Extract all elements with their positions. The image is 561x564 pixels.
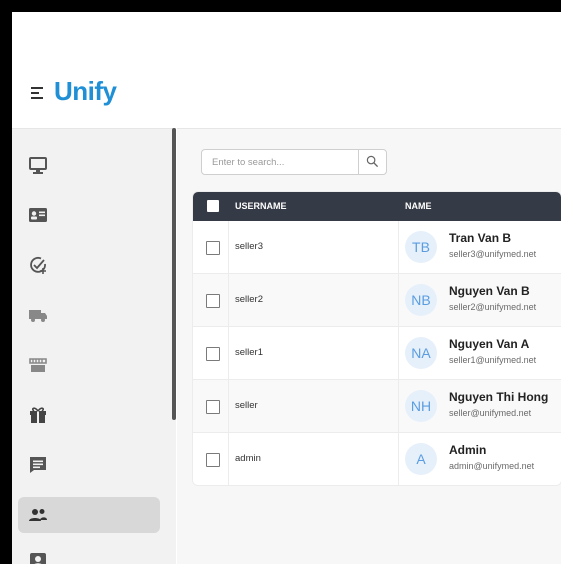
search-button[interactable] (358, 150, 387, 174)
row-checkbox[interactable] (206, 347, 220, 361)
table-row[interactable]: seller NH Nguyen Thi Hong seller@unifyme… (193, 380, 561, 433)
user-full-name: Nguyen Van A (449, 337, 530, 351)
contact-icon (30, 553, 46, 564)
username-cell: seller1 (235, 347, 263, 358)
user-email: seller1@unifymed.net (449, 355, 537, 365)
username-cell: seller2 (235, 294, 263, 305)
sidebar-item-delivery[interactable] (18, 297, 160, 333)
sidebar-item-monitor[interactable] (18, 147, 160, 183)
sidebar-scrollbar[interactable] (172, 128, 176, 420)
table-header: USERNAME NAME (193, 192, 561, 221)
column-header-name[interactable]: NAME (405, 192, 432, 221)
avatar: NB (405, 284, 437, 316)
table-row[interactable]: admin A Admin admin@unifymed.net (193, 433, 561, 485)
message-icon (30, 457, 46, 473)
table-row[interactable]: seller2 NB Nguyen Van B seller2@unifymed… (193, 274, 561, 327)
sidebar-item-id-card[interactable] (18, 197, 160, 233)
top-header: Unify (12, 12, 561, 128)
sidebar-item-gift[interactable] (18, 397, 160, 433)
sidebar-item-store[interactable] (18, 347, 160, 383)
table-body: seller3 TB Tran Van B seller3@unifymed.n… (193, 221, 561, 485)
user-email: seller3@unifymed.net (449, 249, 537, 259)
select-all-checkbox[interactable] (207, 200, 219, 212)
column-header-username[interactable]: USERNAME (235, 192, 287, 221)
user-full-name: Nguyen Van B (449, 284, 530, 298)
store-icon (29, 358, 47, 372)
check-plus-icon (30, 257, 46, 274)
username-cell: admin (235, 453, 261, 464)
row-checkbox[interactable] (206, 400, 220, 414)
avatar: A (405, 443, 437, 475)
truck-icon (29, 310, 47, 322)
username-cell: seller3 (235, 241, 263, 252)
user-full-name: Nguyen Thi Hong (449, 390, 549, 404)
row-checkbox[interactable] (206, 241, 220, 255)
user-full-name: Tran Van B (449, 231, 512, 245)
sidebar-item-messages[interactable] (18, 447, 160, 483)
menu-toggle-icon[interactable] (31, 86, 45, 100)
sidebar-item-contacts[interactable] (18, 543, 160, 564)
table-row[interactable]: seller3 TB Tran Van B seller3@unifymed.n… (193, 221, 561, 274)
user-email: admin@unifymed.net (449, 461, 535, 471)
user-full-name: Admin (449, 443, 487, 457)
row-checkbox[interactable] (206, 294, 220, 308)
users-table: USERNAME NAME seller3 TB Tran Van B sell… (193, 192, 561, 485)
search-input[interactable] (202, 150, 358, 174)
user-email: seller@unifymed.net (449, 408, 532, 418)
search-icon (366, 155, 379, 168)
username-cell: seller (235, 400, 258, 411)
search-box (201, 149, 387, 175)
user-email: seller2@unifymed.net (449, 302, 537, 312)
users-icon (29, 509, 47, 521)
id-card-icon (29, 208, 47, 222)
logo[interactable]: Unify (54, 76, 117, 107)
gift-icon (30, 407, 46, 423)
sidebar-item-check[interactable] (18, 247, 160, 283)
sidebar-item-users[interactable] (18, 497, 160, 533)
avatar: TB (405, 231, 437, 263)
app-window: Unify Enter to search... USERNAME NAME s… (12, 12, 561, 564)
monitor-icon (29, 157, 47, 174)
avatar: NH (405, 390, 437, 422)
main-content: USERNAME NAME seller3 TB Tran Van B sell… (177, 128, 561, 564)
avatar: NA (405, 337, 437, 369)
row-checkbox[interactable] (206, 453, 220, 467)
table-row[interactable]: seller1 NA Nguyen Van A seller1@unifymed… (193, 327, 561, 380)
